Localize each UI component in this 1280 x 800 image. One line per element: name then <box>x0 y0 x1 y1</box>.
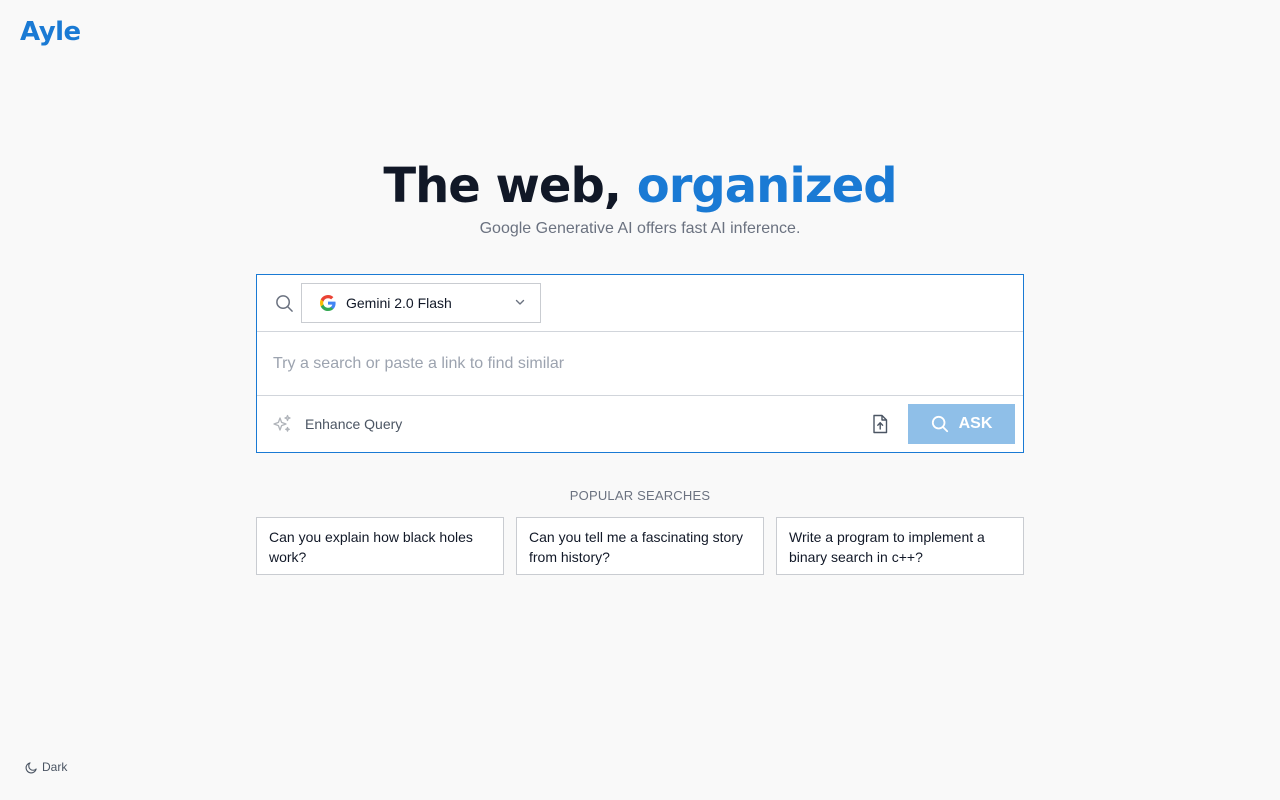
ask-button[interactable]: ASK <box>908 404 1015 444</box>
model-select[interactable]: Gemini 2.0 Flash <box>301 283 541 323</box>
page-title: The web, organized <box>0 158 1280 214</box>
chevron-down-icon <box>514 295 526 311</box>
sparkle-icon <box>271 413 293 435</box>
search-icon <box>931 415 948 433</box>
enhance-query-label: Enhance Query <box>305 416 403 432</box>
search-box: Gemini 2.0 Flash Enhance Query <box>256 274 1024 453</box>
popular-searches-list: Can you explain how black holes work? Ca… <box>256 517 1024 575</box>
search-toolbar: Gemini 2.0 Flash <box>257 275 1023 332</box>
enhance-query-button[interactable]: Enhance Query <box>271 413 402 435</box>
search-input[interactable] <box>273 354 1023 373</box>
ask-button-label: ASK <box>958 415 993 432</box>
page-subtitle: Google Generative AI offers fast AI infe… <box>479 220 801 237</box>
google-icon <box>320 295 336 311</box>
hero: The web, organized Google Generative AI … <box>0 158 1280 238</box>
popular-searches-title: POPULAR SEARCHES <box>569 488 711 503</box>
title-accent: organized <box>636 158 898 214</box>
popular-search-card[interactable]: Can you explain how black holes work? <box>256 517 504 575</box>
search-input-row <box>257 332 1023 396</box>
model-select-label: Gemini 2.0 Flash <box>346 295 452 311</box>
search-icon <box>273 292 295 314</box>
title-main: The web, <box>383 158 622 214</box>
moon-icon <box>25 761 37 773</box>
dark-mode-toggle[interactable]: Dark <box>25 760 67 774</box>
logo[interactable]: Ayle <box>20 17 81 47</box>
file-upload-icon[interactable] <box>871 413 891 435</box>
search-actions: Enhance Query ASK <box>257 396 1023 452</box>
popular-search-card[interactable]: Can you tell me a fascinating story from… <box>516 517 764 575</box>
popular-search-card[interactable]: Write a program to implement a binary se… <box>776 517 1024 575</box>
dark-mode-label: Dark <box>42 760 68 774</box>
